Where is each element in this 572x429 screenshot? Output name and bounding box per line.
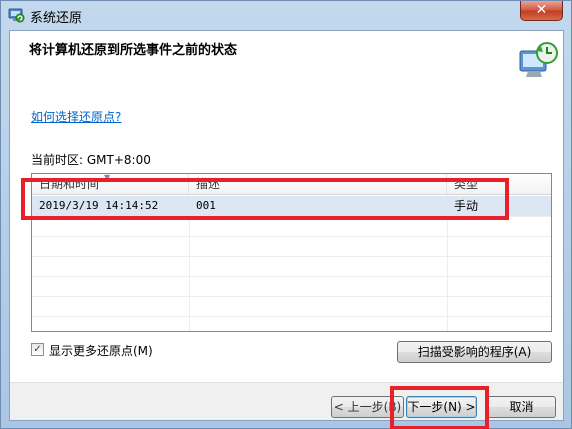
system-restore-icon	[8, 8, 25, 23]
grid-line	[32, 316, 551, 317]
show-more-checkbox[interactable]: ✓	[31, 343, 44, 356]
wizard-header: 将计算机还原到所选事件之前的状态	[10, 31, 563, 86]
highlight-restore-point-annotation	[21, 178, 509, 220]
title-bar[interactable]: 系统还原 ✕	[1, 1, 571, 29]
grid-line	[32, 276, 551, 277]
cancel-button[interactable]: 取消	[487, 396, 556, 418]
window-title: 系统还原	[30, 11, 83, 26]
restore-monitor-clock-icon	[519, 42, 558, 77]
close-button[interactable]: ✕	[520, 1, 563, 21]
page-title: 将计算机还原到所选事件之前的状态	[29, 43, 238, 58]
grid-line	[32, 236, 551, 237]
help-choose-restore-point-link[interactable]: 如何选择还原点?	[31, 108, 121, 125]
wizard-client-area: 将计算机还原到所选事件之前的状态 如何选择还原点? 当前时区: GMT+8:00…	[9, 30, 564, 421]
show-more-label[interactable]: 显示更多还原点(M)	[49, 342, 153, 359]
grid-line	[32, 296, 551, 297]
grid-line	[32, 256, 551, 257]
current-timezone: 当前时区: GMT+8:00	[31, 153, 151, 167]
scan-affected-programs-button[interactable]: 扫描受影响的程序(A)	[397, 341, 552, 363]
system-restore-window: 系统还原 ✕ 将计算机还原到所选事件之前的状态 如何选择还原点? 当前时区: G…	[0, 0, 572, 429]
highlight-next-button-annotation	[390, 386, 489, 429]
